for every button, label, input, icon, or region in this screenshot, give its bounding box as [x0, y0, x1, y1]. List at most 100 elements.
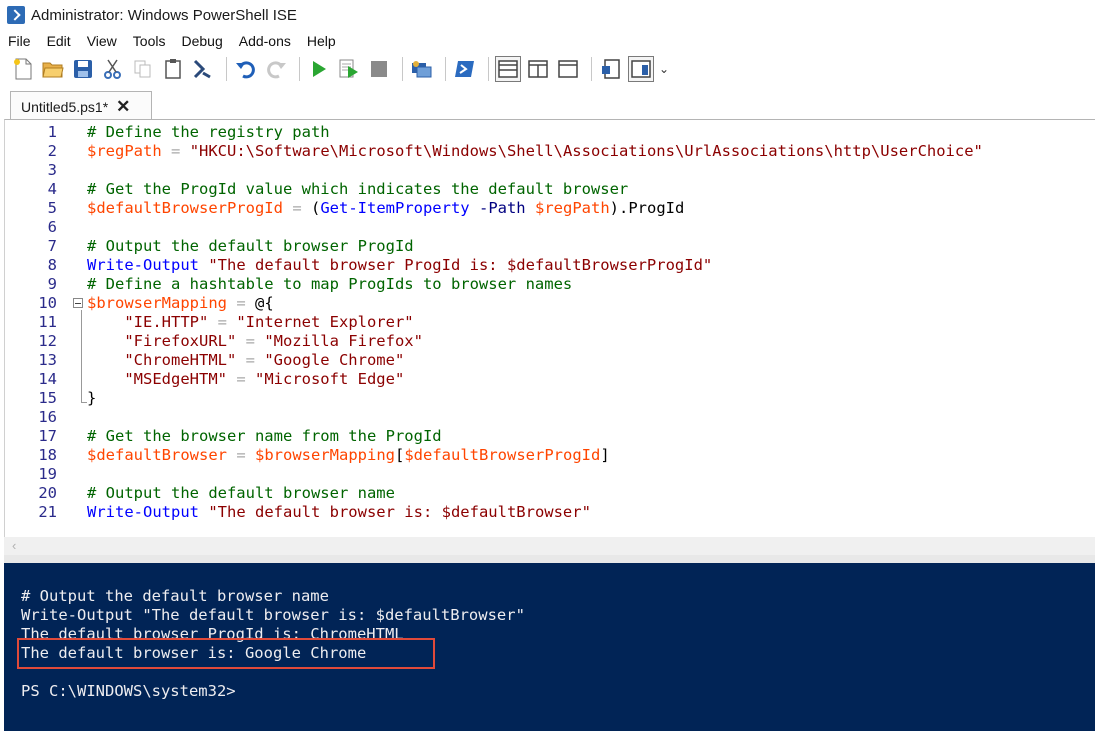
- code-line: 20 # Output the default browser name: [5, 484, 1095, 503]
- code-line: 11 "IE.HTTP" = "Internet Explorer": [5, 313, 1095, 332]
- line-number: 10: [38, 294, 57, 312]
- code-line: 3: [5, 161, 1095, 180]
- script-editor[interactable]: 1 # Define the registry path 2 $regPath = …: [4, 119, 1095, 537]
- toolbar-separator: [488, 57, 489, 81]
- window-title: Administrator: Windows PowerShell ISE: [31, 6, 297, 24]
- code-text: Write-Output "The default browser ProgId…: [87, 256, 713, 274]
- toolbar-separator: [299, 57, 300, 81]
- code-line: 13 "ChromeHTML" = "Google Chrome": [5, 351, 1095, 370]
- menu-debug[interactable]: Debug: [173, 33, 230, 49]
- new-file-icon[interactable]: [10, 56, 36, 82]
- code-text: $browserMapping = @{: [87, 294, 274, 312]
- code-line: 4 # Get the ProgId value which indicates …: [5, 180, 1095, 199]
- open-folder-icon[interactable]: [40, 56, 66, 82]
- script-tab[interactable]: Untitled5.ps1* ✕: [10, 91, 152, 121]
- save-icon[interactable]: [70, 56, 96, 82]
- run-script-icon[interactable]: [306, 56, 332, 82]
- redo-icon[interactable]: [263, 56, 289, 82]
- code-text: "MSEdgeHTM" = "Microsoft Edge": [87, 370, 405, 388]
- line-number: 20: [38, 484, 57, 502]
- show-command-addon-icon[interactable]: [628, 56, 654, 82]
- toolbar-separator: [445, 57, 446, 81]
- toolbar: ⌄: [0, 52, 1095, 86]
- code-text: # Define the registry path: [87, 123, 330, 141]
- line-number: 17: [38, 427, 57, 445]
- code-line: 15}: [5, 389, 1095, 408]
- menu-view[interactable]: View: [79, 33, 125, 49]
- code-line: 8 Write-Output "The default browser ProgI…: [5, 256, 1095, 275]
- code-line: 16: [5, 408, 1095, 427]
- menu-help[interactable]: Help: [299, 33, 344, 49]
- copy-icon[interactable]: [130, 56, 156, 82]
- code-text: # Get the browser name from the ProgId: [87, 427, 442, 445]
- show-script-pane-maximized-icon[interactable]: [555, 56, 581, 82]
- toolbar-separator: [226, 57, 227, 81]
- line-number: 4: [47, 180, 57, 198]
- powershell-ise-icon: [7, 6, 25, 24]
- line-number: 19: [38, 465, 57, 483]
- console-pane[interactable]: # Output the default browser name Write-…: [4, 563, 1095, 731]
- line-number: 3: [47, 161, 57, 179]
- console-line: # Output the default browser name: [21, 587, 329, 605]
- code-line: 18 $defaultBrowser = $browserMapping[$def…: [5, 446, 1095, 465]
- pane-splitter[interactable]: [4, 555, 1095, 563]
- code-text: "ChromeHTML" = "Google Chrome": [87, 351, 405, 369]
- start-powershell-icon[interactable]: [452, 56, 478, 82]
- code-text: $defaultBrowser = $browserMapping[$defau…: [87, 446, 610, 464]
- menu-tools[interactable]: Tools: [125, 33, 174, 49]
- line-number: 13: [38, 351, 57, 369]
- line-number: 21: [38, 503, 57, 521]
- undo-icon[interactable]: [233, 56, 259, 82]
- line-number: 15: [38, 389, 57, 407]
- title-bar: Administrator: Windows PowerShell ISE: [0, 0, 1095, 30]
- line-number: 11: [38, 313, 57, 331]
- code-line: 10 $browserMapping = @{: [5, 294, 1095, 313]
- editor-horizontal-scrollbar[interactable]: ‹: [4, 537, 1095, 555]
- run-selection-icon[interactable]: [336, 56, 362, 82]
- toolbar-separator: [591, 57, 592, 81]
- code-line: 5 $defaultBrowserProgId = (Get-ItemProper…: [5, 199, 1095, 218]
- show-command-window-icon[interactable]: [598, 56, 624, 82]
- line-number: 1: [47, 123, 57, 141]
- close-icon[interactable]: ✕: [116, 97, 130, 117]
- new-remote-tab-icon[interactable]: [409, 56, 435, 82]
- collapse-region-icon[interactable]: [73, 298, 83, 308]
- code-line: 17 # Get the browser name from the ProgId: [5, 427, 1095, 446]
- console-line: Write-Output "The default browser is: $d…: [21, 606, 525, 624]
- menu-add-ons[interactable]: Add-ons: [231, 33, 299, 49]
- menu-edit[interactable]: Edit: [39, 33, 79, 49]
- line-number: 5: [47, 199, 57, 217]
- code-line: 12 "FirefoxURL" = "Mozilla Firefox": [5, 332, 1095, 351]
- menu-bar: File Edit View Tools Debug Add-ons Help: [0, 30, 1095, 52]
- code-text: "IE.HTTP" = "Internet Explorer": [87, 313, 414, 331]
- show-script-pane-right-icon[interactable]: [525, 56, 551, 82]
- code-text: # Get the ProgId value which indicates t…: [87, 180, 629, 198]
- code-line: 1 # Define the registry path: [5, 123, 1095, 142]
- code-text: "FirefoxURL" = "Mozilla Firefox": [87, 332, 423, 350]
- code-line: 6: [5, 218, 1095, 237]
- code-text: }: [87, 389, 97, 407]
- toolbar-separator: [402, 57, 403, 81]
- clear-console-icon[interactable]: [190, 56, 216, 82]
- toolbar-overflow-button[interactable]: ⌄: [658, 56, 670, 82]
- highlight-annotation-box: [17, 638, 435, 669]
- code-text: # Output the default browser ProgId: [87, 237, 414, 255]
- script-tab-strip: Untitled5.ps1* ✕: [0, 88, 1095, 121]
- scroll-left-icon[interactable]: ‹: [12, 538, 16, 553]
- line-number: 18: [38, 446, 57, 464]
- cut-icon[interactable]: [100, 56, 126, 82]
- line-number: 6: [47, 218, 57, 236]
- line-number: 16: [38, 408, 57, 426]
- line-number: 14: [38, 370, 57, 388]
- line-number: 2: [47, 142, 57, 160]
- code-text: # Define a hashtable to map ProgIds to b…: [87, 275, 573, 293]
- menu-file[interactable]: File: [0, 33, 39, 49]
- code-line: 14 "MSEdgeHTM" = "Microsoft Edge": [5, 370, 1095, 389]
- console-prompt[interactable]: PS C:\WINDOWS\system32>: [21, 682, 236, 701]
- stop-icon[interactable]: [366, 56, 392, 82]
- paste-icon[interactable]: [160, 56, 186, 82]
- script-tab-label: Untitled5.ps1*: [21, 98, 109, 115]
- code-text: Write-Output "The default browser is: $d…: [87, 503, 591, 521]
- show-script-pane-top-icon[interactable]: [495, 56, 521, 82]
- line-number: 9: [47, 275, 57, 293]
